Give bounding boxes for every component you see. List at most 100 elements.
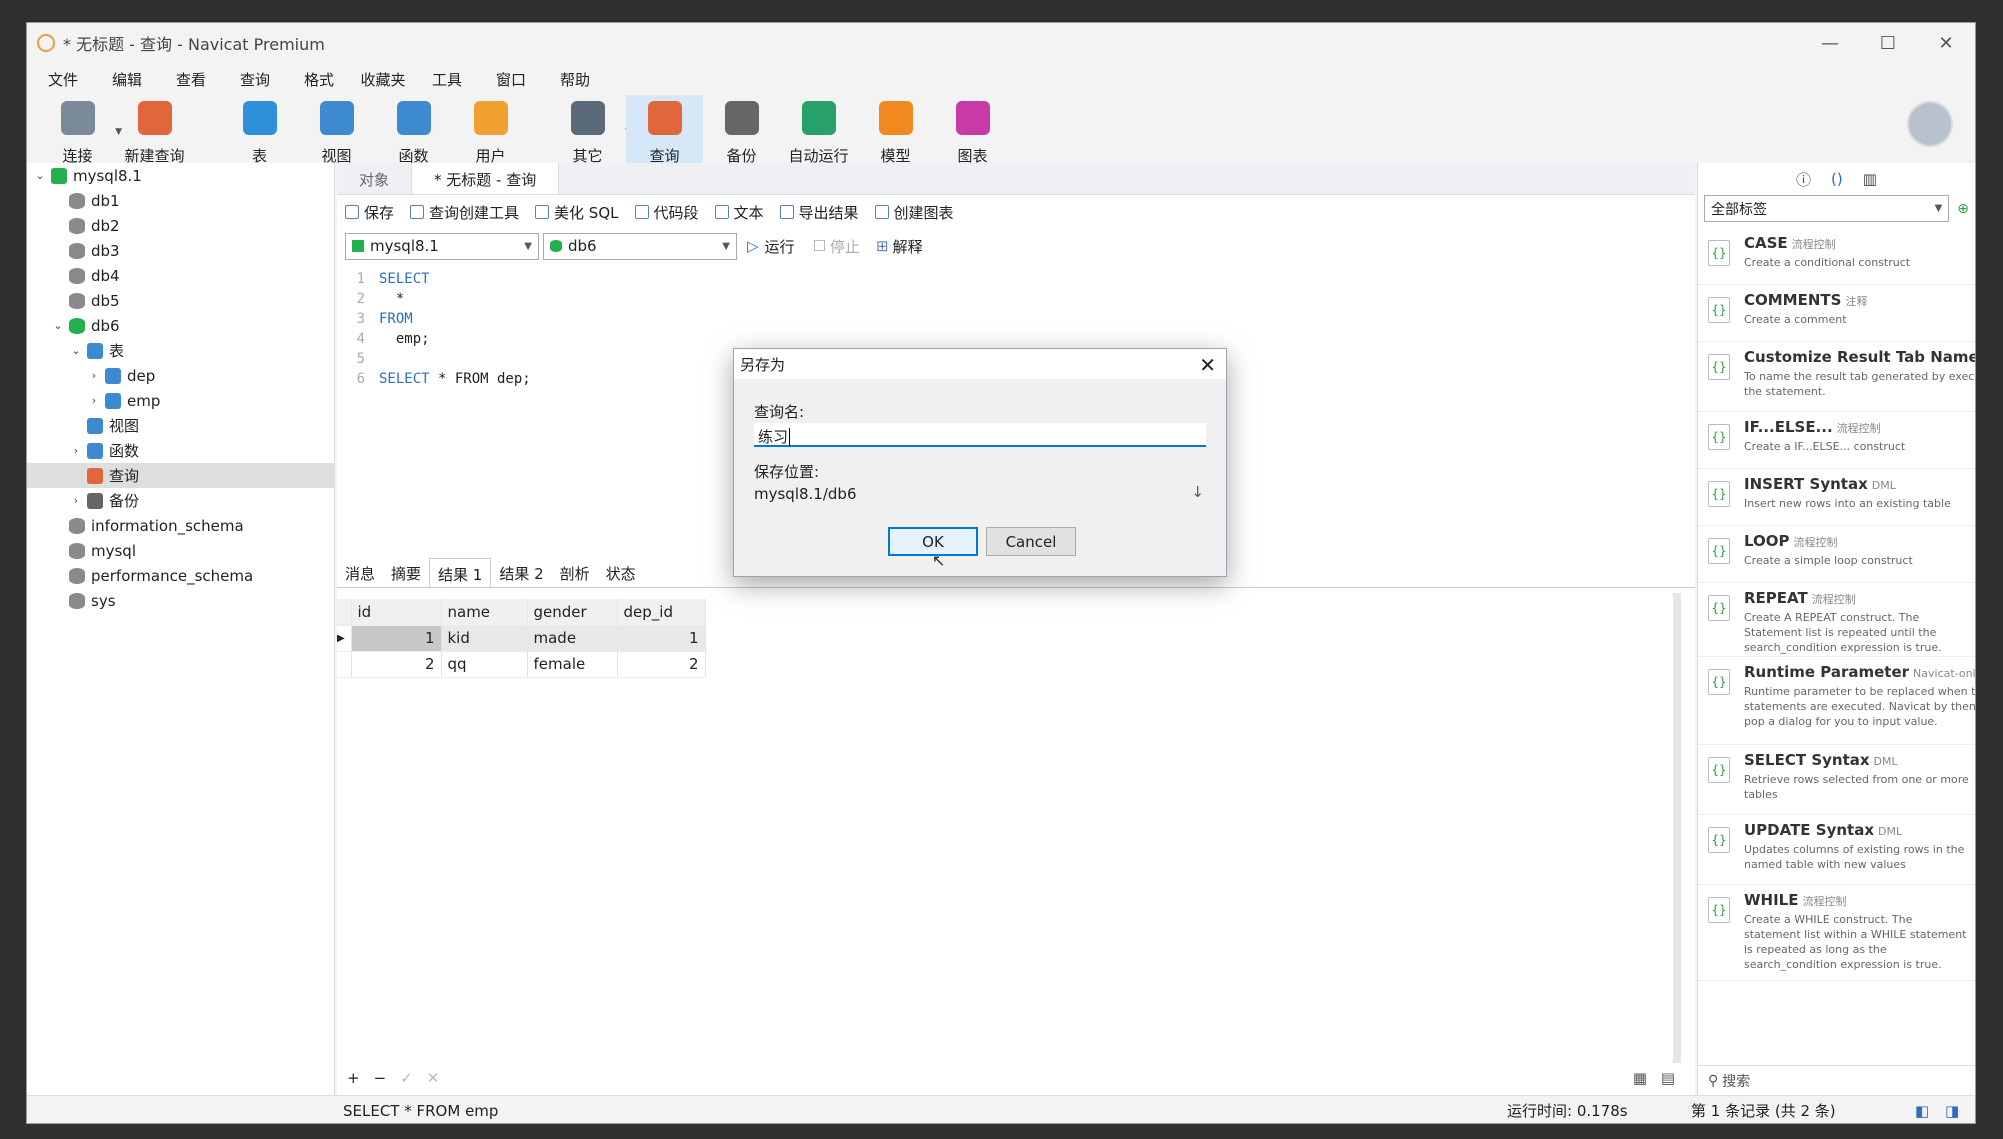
code-snippet-icon[interactable]: () [1831,170,1843,188]
tree-item[interactable]: ⌄ 表 [27,338,334,363]
snippet-item[interactable]: {} CASE 流程控制 Create a conditional construct [1698,228,1975,285]
chevron-right-icon[interactable]: › [87,394,101,407]
grid-view-icon[interactable]: ▦ [1633,1069,1647,1087]
tree-item[interactable]: performance_schema [27,563,334,588]
tab-query[interactable]: * 无标题 - 查询 [411,163,560,194]
column-header[interactable]: dep_id [617,599,706,626]
add-snippet-icon[interactable]: ⊕ [1957,201,1969,217]
result-tab-4[interactable]: 剖析 [552,558,598,587]
explain-button[interactable]: 解释 [893,236,923,257]
menu-item-8[interactable]: 帮助 [547,65,603,93]
tree-item[interactable]: › 备份 [27,488,334,513]
cancel-button[interactable]: Cancel [986,527,1076,556]
snippet-item[interactable]: {} INSERT Syntax DML Insert new rows into a… [1698,469,1975,526]
column-header[interactable]: id [351,599,442,626]
server-select[interactable]: mysql8.1 ▼ [345,232,539,260]
discard-button[interactable]: ✕ [427,1069,440,1087]
tree-item[interactable]: › 函数 [27,438,334,463]
snippet-item[interactable]: {} LOOP 流程控制 Create a simple loop construct [1698,526,1975,583]
snippet-item[interactable]: {} COMMENTS 注释 Create a comment [1698,285,1975,342]
tree-item[interactable]: db2 [27,213,334,238]
result-tab-5[interactable]: 状态 [598,558,644,587]
column-header[interactable]: gender [527,599,618,626]
table-cell[interactable]: 2 [617,651,706,678]
delete-record-button[interactable]: − [374,1069,387,1087]
menu-item-4[interactable]: 格式 [291,65,347,93]
tree-item[interactable]: ⌄ mysql8.1 [27,163,334,188]
table-cell[interactable]: 1 [351,625,442,652]
dialog-close-icon[interactable]: ✕ [1199,353,1216,377]
query-tool-0[interactable]: 保存 [345,202,394,223]
snippet-search-input[interactable]: ⚲ 搜索 [1698,1065,1975,1095]
tree-item[interactable]: db3 [27,238,334,263]
tree-item[interactable]: db4 [27,263,334,288]
tree-item[interactable]: 视图 [27,413,334,438]
database-select[interactable]: db6 ▼ [543,232,737,260]
table-cell[interactable]: made [527,625,618,652]
result-grid[interactable]: id name gender dep_id ▶ 1 kid made 1 2 qq female 2 [337,599,706,678]
query-tool-5[interactable]: 导出结果 [779,202,859,223]
chevron-down-icon[interactable]: ⌄ [69,344,83,357]
query-tool-1[interactable]: 查询创建工具 [410,202,519,223]
tree-item[interactable]: information_schema [27,513,334,538]
snippet-item[interactable]: {} Customize Result Tab NameNavica To name… [1698,342,1975,412]
run-button[interactable]: 运行 [765,236,795,257]
menu-item-2[interactable]: 查看 [163,65,219,93]
tree-item[interactable]: › dep [27,363,334,388]
snippet-item[interactable]: {} IF...ELSE... 流程控制 Create a IF...ELSE... … [1698,412,1975,469]
apply-button[interactable]: ✓ [400,1069,413,1087]
chevron-down-icon[interactable]: ⌄ [33,169,47,182]
query-tool-3[interactable]: 代码段 [634,202,699,223]
query-tool-2[interactable]: 美化 SQL [535,202,619,223]
menu-item-7[interactable]: 窗口 [483,65,539,93]
tree-item[interactable]: db5 [27,288,334,313]
result-tab-1[interactable]: 摘要 [383,558,429,587]
tree-item[interactable]: mysql [27,538,334,563]
tree-item[interactable]: ⌄ db6 [27,313,334,338]
tab-objects[interactable]: 对象 [337,163,411,194]
menu-item-6[interactable]: 工具 [419,65,475,93]
menu-item-5[interactable]: 收藏夹 [355,65,411,93]
menu-item-1[interactable]: 编辑 [99,65,155,93]
menu-item-3[interactable]: 查询 [227,65,283,93]
maximize-icon[interactable]: ☐ [1859,23,1917,63]
snippet-item[interactable]: {} UPDATE Syntax DML Updates columns of exi… [1698,815,1975,885]
tree-item[interactable]: sys [27,588,334,613]
result-tab-3[interactable]: 结果 2 [491,558,551,587]
chevron-down-icon[interactable]: ⌄ [51,319,65,332]
table-cell[interactable]: 2 [351,651,442,678]
snippet-item[interactable]: {} SELECT Syntax DML Retrieve rows selected… [1698,745,1975,815]
add-record-button[interactable]: + [347,1069,360,1087]
snippet-item[interactable]: {} REPEAT 流程控制 Create A REPEAT construct. T… [1698,583,1975,657]
minimize-icon[interactable]: — [1801,23,1859,63]
table-row[interactable]: ▶ 1 kid made 1 [337,625,706,652]
chevron-right-icon[interactable]: › [69,444,83,457]
close-icon[interactable]: ✕ [1917,23,1975,63]
column-header[interactable]: name [441,599,528,626]
arrow-down-icon[interactable]: ↓ [1191,483,1204,501]
form-view-icon[interactable]: ▤ [1661,1069,1675,1087]
tag-filter-select[interactable]: 全部标签 ▼ [1704,195,1950,222]
stop-button[interactable]: 停止 [830,236,860,257]
tree-item[interactable]: db1 [27,188,334,213]
right-panel-toggle-icon[interactable]: ◨ [1945,1102,1959,1120]
snippet-item[interactable]: {}Runtime ParameterNavicat-only SyntaRun… [1698,657,1975,745]
user-avatar-icon[interactable] [1907,101,1953,147]
result-tab-0[interactable]: 消息 [337,558,383,587]
tree-item[interactable]: › emp [27,388,334,413]
query-tool-4[interactable]: 文本 [714,202,764,223]
table-cell[interactable]: qq [441,651,528,678]
table-cell[interactable]: 1 [617,625,706,652]
panel-icon[interactable]: ▥ [1863,170,1877,188]
info-icon[interactable]: ⓘ [1796,169,1811,190]
table-cell[interactable]: female [527,651,618,678]
query-name-input[interactable]: 练习 [754,423,1206,447]
left-panel-toggle-icon[interactable]: ◧ [1915,1102,1929,1120]
tree-item[interactable]: 查询 [27,463,334,488]
result-tab-2[interactable]: 结果 1 [429,558,492,587]
query-tool-6[interactable]: 创建图表 [874,202,954,223]
table-cell[interactable]: kid [441,625,528,652]
chevron-right-icon[interactable]: › [69,494,83,507]
chevron-right-icon[interactable]: › [87,369,101,382]
menu-item-0[interactable]: 文件 [35,65,91,93]
